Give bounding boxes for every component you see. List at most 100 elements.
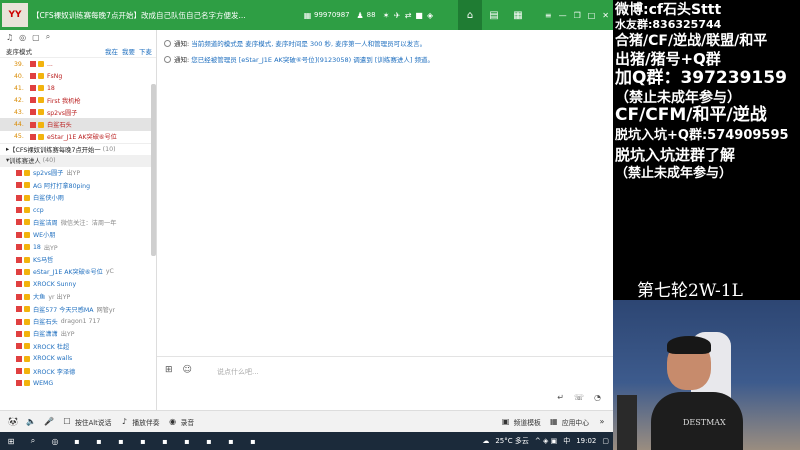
queue-item[interactable]: 45. eStar_J1E AK突破⑥号位 [0,131,156,143]
tray-icons[interactable]: ^ ◈ ▣ [535,437,557,445]
weather-text[interactable]: 25°C 多云 [495,436,529,446]
webcam-feed: DESTMAX [613,300,800,450]
app-icon[interactable]: ▪ [176,432,198,450]
mic-mode-bar: 麦序模式 我在 我要 下麦 [0,44,156,58]
member-item[interactable]: 18 出YP [0,241,156,253]
member-item[interactable]: AG 阿打打拿80ping [0,179,156,191]
close-icon[interactable]: ✕ [602,11,609,20]
restore-icon[interactable]: ❐ [574,11,581,20]
windows-icon[interactable]: ⊞ [0,432,22,450]
home-icon[interactable]: ⌂ [458,0,482,30]
app-icon[interactable]: ▪ [88,432,110,450]
menu-icon[interactable]: ≡ [545,11,552,20]
plane-icon[interactable]: ✈ [393,11,402,20]
app-icon[interactable]: ▪ [154,432,176,450]
member-item[interactable]: WE小朋 [0,229,156,241]
role-badge-icon [16,244,22,251]
ime-indicator[interactable]: 中 [563,436,570,446]
queue-item[interactable]: 41. 18 [0,82,156,94]
gift-icon[interactable]: ◈ [426,11,435,20]
member-item[interactable]: ccp [0,204,156,216]
emoji-icon[interactable]: ◔ [594,393,601,402]
member-item[interactable]: XROCK walls [0,353,156,365]
member-item[interactable]: KS马哲 [0,253,156,265]
app-icon[interactable]: ▪ [198,432,220,450]
app-icon[interactable]: ▪ [66,432,88,450]
member-item[interactable]: 白鲨侠小雨 [0,191,156,203]
sticker-icon[interactable]: ☺ [183,365,192,375]
microphone-icon: 🎤 [44,417,54,426]
share-icon[interactable]: ⇄ [404,11,413,20]
app-icon[interactable]: ▪ [242,432,264,450]
member-item[interactable]: eStar_J1E AK突破⑥号位 yC [0,266,156,278]
member-item[interactable]: 白鲨洁周 微信关注：洁周一年 [0,216,156,228]
press-talk-button[interactable]: ☐ 按住Alt说话 [62,417,111,427]
star-icon[interactable]: ✶ [382,11,391,20]
more-button[interactable]: » [597,417,607,427]
square-icon[interactable]: ▢ [32,33,40,42]
enter-icon[interactable]: ↵ [557,393,564,402]
queue-item[interactable]: 40. FsNg [0,70,156,82]
member-item[interactable]: 白鲨潇潇 出YP [0,328,156,340]
queue-item[interactable]: 43. sp2vs圆子 [0,106,156,118]
channel-node[interactable]: ▸ 【CFS裸奴训练赛每晚7点开始一 (10) [0,142,156,155]
record-button[interactable]: ◉ 录音 [168,417,194,427]
app-center-button[interactable]: ▦ 应用中心 [549,417,589,427]
notice-message: 通知: 当前频道的模式是 麦序模式, 麦序时间是 300 秒, 麦序第一人和管理员… [157,35,613,51]
mic-icon[interactable]: ◎ [44,432,66,450]
grid-icon[interactable]: ▦ [506,0,530,30]
member-item[interactable]: sp2vs圆子 出YP [0,167,156,179]
maximize-icon[interactable]: □ [588,11,596,20]
channel-id[interactable]: ▦ 99970987 [303,11,350,20]
panda-avatar[interactable]: 🐼 [8,417,18,427]
member-item[interactable]: WEMG [0,377,156,389]
online-count[interactable]: ♟ 88 [356,11,376,20]
gamepad-icon[interactable]: ⊞ [165,365,173,375]
yy-logo[interactable]: YY [2,3,28,27]
chat-input[interactable]: 说点什么吧... [217,367,259,377]
crown-icon [24,219,30,226]
bottom-toolbar: 🐼 🔈 🎤 ☐ 按住Alt说话 ♪ 播放伴奏 ◉ 录音 ▣ 频道模板 ▦ 应用中心 » [0,410,613,432]
link-0[interactable]: 我在 [105,46,118,56]
member-item[interactable]: XROCK 李泽德 [0,365,156,377]
member-item[interactable]: 白鲨577 今天只感MA 网管yr [0,303,156,315]
member-item[interactable]: XROCK 杜超 [0,340,156,352]
sub-channel-node[interactable]: ▾ 训练赛进人 (40) [0,154,156,167]
video-icon[interactable]: ■ [415,11,424,20]
app-icon[interactable]: ▪ [220,432,242,450]
link-2[interactable]: 下麦 [139,46,152,56]
overlay-line: 水友群:836325744 [615,18,722,31]
role-badge-icon [16,330,22,337]
mic-button[interactable]: 🎤 [44,417,54,427]
link-1[interactable]: 我要 [122,46,135,56]
queue-item[interactable]: 39.... [0,58,156,70]
crown-icon [24,207,30,214]
member-item[interactable]: 大鱼 yr 出YP [0,291,156,303]
search-icon[interactable]: ⌕ [22,432,44,450]
mic-mode-label[interactable]: 麦序模式 [6,46,32,56]
member-item[interactable]: XROCK Sunny [0,278,156,290]
role-badge-icon [16,256,22,263]
overlay-line: （禁止未成年参与） [615,166,733,181]
input-actions: ↵ ☏ ◔ [557,393,601,402]
accompany-button[interactable]: ♪ 播放伴奏 [119,417,160,427]
scrollbar[interactable] [151,84,156,256]
location-icon[interactable]: ◎ [19,33,26,42]
app-icon[interactable]: ▪ [110,432,132,450]
queue-item[interactable]: 44. 白鲨石头 [0,118,156,131]
minimize-icon[interactable]: — [559,11,567,20]
template-button[interactable]: ▣ 频道模板 [501,417,541,427]
mic-icon[interactable]: ♫ [6,33,13,42]
member-item[interactable]: 白鲨石头 dragon1 717 [0,315,156,327]
clock[interactable]: 19:02 [576,437,596,445]
search-icon[interactable]: ⌕ [46,32,50,42]
weather-icon[interactable]: ☁ [482,437,489,445]
speaker-button[interactable]: 🔈 [26,417,36,427]
queue-item[interactable]: 42. First 我机枪 [0,94,156,106]
notification-icon[interactable]: ▢ [602,437,609,445]
list-icon[interactable]: ▤ [482,0,506,30]
app-icon[interactable]: ▪ [132,432,154,450]
overlay-line: 加Q群：397239159 [615,68,787,88]
comment-icon[interactable]: ☏ [574,393,584,402]
crown-icon [24,244,30,251]
